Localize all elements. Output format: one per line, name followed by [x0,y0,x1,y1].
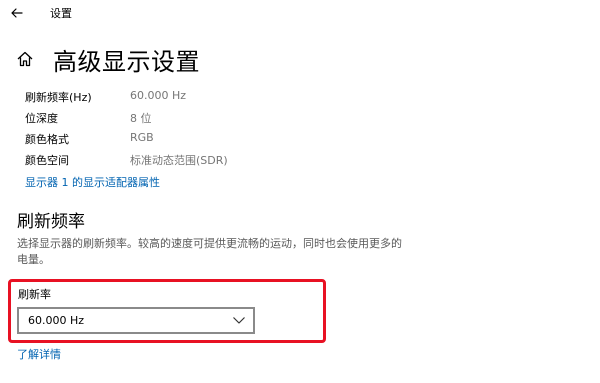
window-title: 设置 [50,7,72,20]
info-value: RGB [130,131,154,144]
chevron-down-icon [233,317,245,324]
refresh-rate-label: 刷新率 [18,288,51,301]
info-label: 颜色空间 [25,154,69,167]
dropdown-value: 60.000 Hz [28,314,85,327]
section-description: 选择显示器的刷新频率。较高的速度可提供更流畅的运动，同时也会使用更多的电量。 [17,237,402,266]
arrow-left-icon [11,8,23,18]
info-value: 标准动态范围(SDR) [130,154,228,167]
info-label: 颜色格式 [25,133,69,146]
section-title: 刷新频率 [17,212,85,232]
page-title: 高级显示设置 [53,48,200,76]
info-label: 刷新频率(Hz) [25,91,92,104]
adapter-properties-link[interactable]: 显示器 1 的显示适配器属性 [25,174,160,190]
info-value: 60.000 Hz [130,89,187,102]
info-value: 8 位 [130,112,152,125]
settings-page: 设置 高级显示设置 刷新频率(Hz) 60.000 Hz 位深度 8 位 颜色格… [0,0,600,383]
back-button[interactable] [8,4,30,22]
refresh-rate-dropdown[interactable]: 60.000 Hz [17,307,255,334]
home-icon[interactable] [16,50,34,68]
info-label: 位深度 [25,112,58,125]
learn-more-link[interactable]: 了解详情 [17,346,61,362]
